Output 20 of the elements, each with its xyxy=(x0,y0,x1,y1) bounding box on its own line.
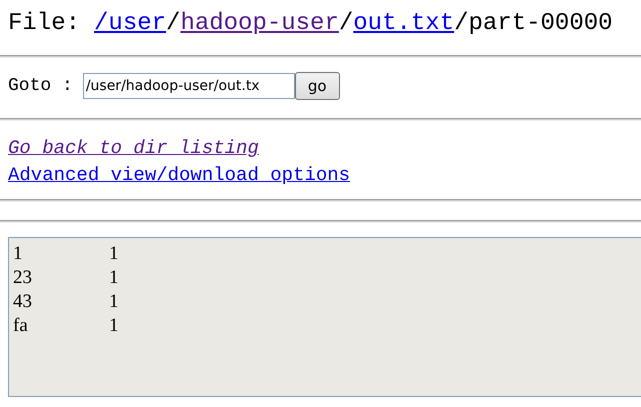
path-link[interactable]: /user xyxy=(94,10,166,37)
path-link[interactable]: hadoop-user xyxy=(180,10,339,37)
content-cell-text: fa xyxy=(13,314,29,338)
nav-link[interactable]: Go back to dir listing xyxy=(8,137,259,159)
path-text: / xyxy=(166,10,180,37)
nav-link[interactable]: Advanced view/download options xyxy=(8,164,350,186)
goto-label: Goto : xyxy=(8,76,73,96)
path-link[interactable]: out.txt xyxy=(353,10,454,37)
content-cell-text: 1 xyxy=(109,314,120,338)
content-cell-text: 1 xyxy=(13,242,24,266)
content-cell-text: 1 xyxy=(109,266,120,290)
path-text: / xyxy=(338,10,354,37)
content-cell-text: 1 xyxy=(109,290,120,314)
path-input[interactable]: /user/hadoop-user/out.tx xyxy=(82,73,295,99)
file-label: File: xyxy=(8,10,80,37)
go-button[interactable]: go xyxy=(294,72,340,100)
path-text: /part-00000 xyxy=(454,10,613,37)
content-cell-text: 43 xyxy=(13,290,33,314)
content-cell-text: 1 xyxy=(109,242,120,266)
content-cell-text: 23 xyxy=(13,266,33,290)
